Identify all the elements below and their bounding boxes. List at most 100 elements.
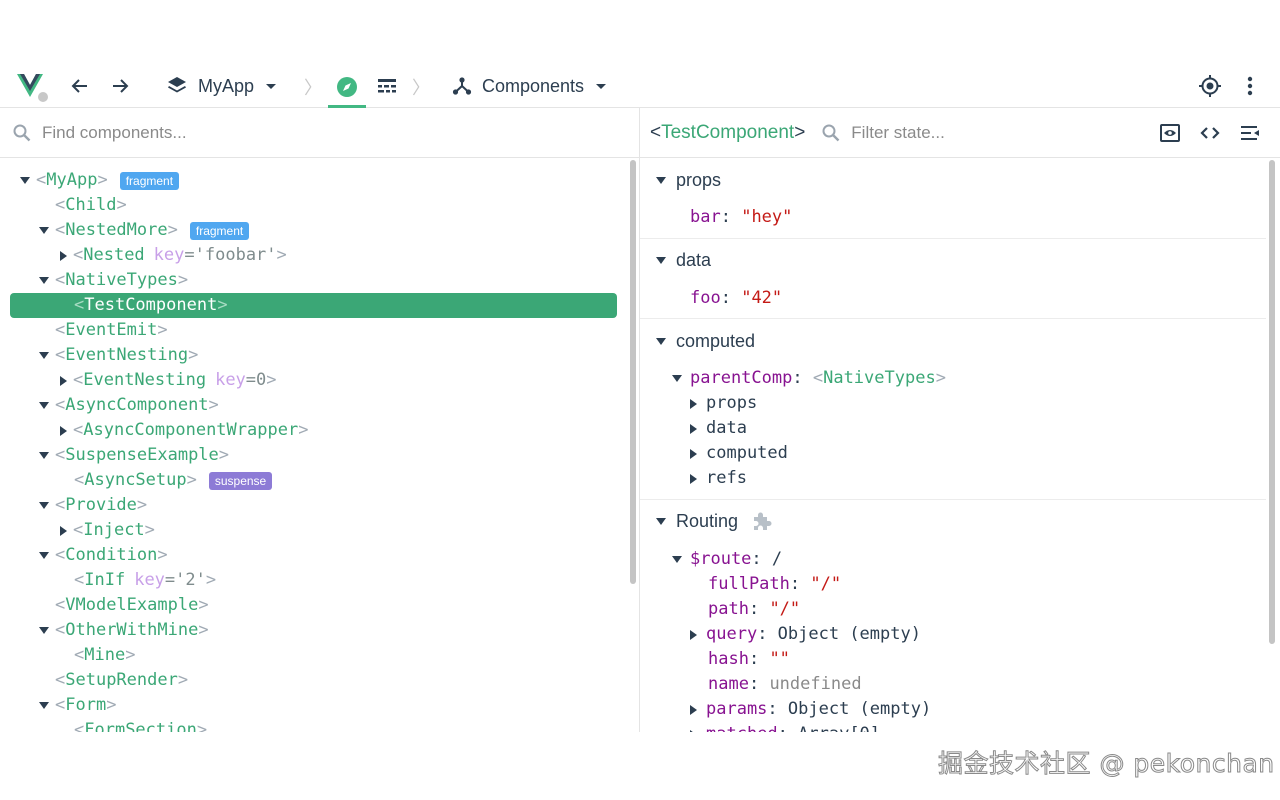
search-icon — [822, 124, 840, 141]
tag-bracket: < — [55, 545, 66, 565]
tree-row[interactable]: < Condition > — [0, 543, 168, 568]
tree-row[interactable]: < EventNesting key = 0 > — [0, 368, 277, 393]
tree-row[interactable]: < FormSection > — [0, 718, 207, 732]
select-component-target-icon[interactable] — [1196, 72, 1224, 100]
state-row[interactable]: foo: "42" — [690, 286, 782, 311]
tag-bracket: > — [177, 670, 189, 690]
components-tree-icon — [452, 77, 472, 95]
collapse-all-icon[interactable] — [1237, 120, 1263, 146]
tree-row[interactable]: < InIf key = '2' > — [0, 568, 216, 593]
app-selector[interactable]: MyApp — [160, 70, 284, 102]
state-row[interactable]: path: "/" — [708, 597, 800, 622]
caret-down-icon[interactable] — [39, 502, 49, 509]
tree-row[interactable]: < SuspenseExample > — [0, 443, 229, 468]
tree-row[interactable]: < EventEmit > — [0, 318, 168, 343]
tag-bracket: > — [157, 545, 168, 565]
timeline-tab[interactable] — [372, 72, 402, 102]
tree-row[interactable]: < Mine > — [0, 643, 135, 668]
tree-row[interactable]: < Provide > — [0, 493, 147, 518]
colon: : — [757, 624, 778, 644]
component-name: OtherWithMine — [65, 620, 199, 640]
component-search-input[interactable] — [42, 122, 602, 143]
state-row[interactable]: bar: "hey" — [690, 205, 792, 230]
inspector-scrollbar[interactable] — [1269, 160, 1275, 644]
tree-row[interactable]: < SetupRender > — [0, 668, 188, 693]
forward-arrow-icon[interactable] — [106, 72, 134, 100]
component-name: Inject — [83, 520, 145, 540]
tree-row[interactable]: < Inject > — [0, 518, 155, 543]
caret-down-icon[interactable] — [39, 702, 49, 709]
state-row[interactable]: query: Object (empty) — [690, 622, 921, 647]
state-value: Object (empty) — [777, 624, 921, 644]
more-vertical-icon[interactable] — [1238, 72, 1262, 100]
caret-down-icon[interactable] — [20, 177, 30, 184]
tree-row[interactable]: < NestedMore > fragment — [0, 218, 250, 243]
view-selector[interactable]: Components — [446, 70, 614, 102]
state-value: "" — [769, 649, 790, 669]
compass-icon — [337, 76, 357, 97]
state-row[interactable]: $route: / — [672, 547, 782, 572]
state-row[interactable]: hash: "" — [708, 647, 790, 672]
tree-row[interactable]: < Child > — [0, 193, 127, 218]
section-routing-header[interactable]: Routing — [656, 508, 772, 534]
caret-down-icon[interactable] — [39, 352, 49, 359]
state-key: query — [706, 624, 758, 644]
tree-row[interactable]: < AsyncComponent > — [0, 393, 219, 418]
tag-bracket: < — [73, 520, 84, 540]
caret-down-icon[interactable] — [39, 627, 49, 634]
tree-row[interactable]: < EventNesting > — [0, 343, 198, 368]
state-filter-input[interactable] — [851, 122, 1132, 143]
section-title: props — [676, 169, 722, 190]
section-title: computed — [676, 330, 756, 351]
caret-right-icon[interactable] — [60, 425, 67, 436]
tree-row[interactable]: < MyApp > fragment — [0, 168, 180, 193]
section-computed-header[interactable]: computed — [656, 328, 755, 354]
tree-row[interactable]: < VModelExample > — [0, 593, 209, 618]
section-props-header[interactable]: props — [656, 167, 721, 193]
state-row[interactable]: matched: Array[0] — [690, 722, 880, 732]
state-row[interactable]: params: Object (empty) — [690, 697, 931, 722]
caret-right-icon — [690, 473, 697, 484]
caret-right-icon[interactable] — [60, 525, 67, 536]
state-row[interactable]: props — [690, 391, 757, 416]
tree-row[interactable]: < AsyncSetup > suspense — [0, 468, 273, 493]
state-row[interactable]: computed — [690, 441, 788, 466]
tree-row[interactable]: < AsyncComponentWrapper > — [0, 418, 308, 443]
caret-down-icon[interactable] — [39, 552, 49, 559]
selected-component-name: <TestComponent> — [650, 121, 806, 143]
inspector-tab[interactable] — [328, 68, 366, 108]
component-name: MyApp — [46, 170, 98, 190]
state-key: fullPath — [708, 574, 790, 594]
tree-row[interactable]: < OtherWithMine > — [0, 618, 209, 643]
tag-bracket: > — [208, 395, 219, 415]
scroll-to-component-eye-icon[interactable] — [1157, 120, 1183, 146]
tree-scrollbar[interactable] — [630, 160, 636, 584]
open-in-editor-code-icon[interactable] — [1197, 120, 1223, 146]
caret-down-icon[interactable] — [39, 452, 49, 459]
back-arrow-icon[interactable] — [66, 72, 94, 100]
timeline-icon — [378, 79, 396, 93]
state-row[interactable]: name: undefined — [708, 672, 862, 697]
state-row[interactable]: data — [690, 416, 747, 441]
section-data-header[interactable]: data — [656, 247, 711, 273]
tag-bracket: > — [196, 720, 208, 732]
state-value: "/" — [810, 574, 842, 594]
state-row[interactable]: refs — [690, 466, 747, 491]
component-search-bar — [0, 108, 639, 158]
caret-right-icon[interactable] — [60, 250, 67, 261]
caret-down-icon[interactable] — [39, 227, 49, 234]
caret-down-icon[interactable] — [39, 277, 49, 284]
caret-down-icon[interactable] — [39, 402, 49, 409]
tag-bracket: < — [55, 195, 66, 215]
state-row[interactable]: fullPath: "/" — [708, 572, 841, 597]
tree-row[interactable]: < Nested key ='foobar' > — [0, 243, 287, 268]
tree-row-selected[interactable]: < TestComponent > — [10, 293, 617, 318]
section-divider — [640, 499, 1266, 500]
tag-bracket: > — [144, 520, 155, 540]
tree-row[interactable]: < Form > — [0, 693, 116, 718]
component-tree-pane: <MyApp>fragment<Child><NestedMore>fragme… — [0, 108, 640, 732]
tree-row[interactable]: < NativeTypes > — [0, 268, 188, 293]
caret-right-icon[interactable] — [60, 375, 67, 386]
tag-bracket: > — [157, 320, 168, 340]
state-row[interactable]: parentComp: < NativeTypes > — [672, 366, 946, 391]
